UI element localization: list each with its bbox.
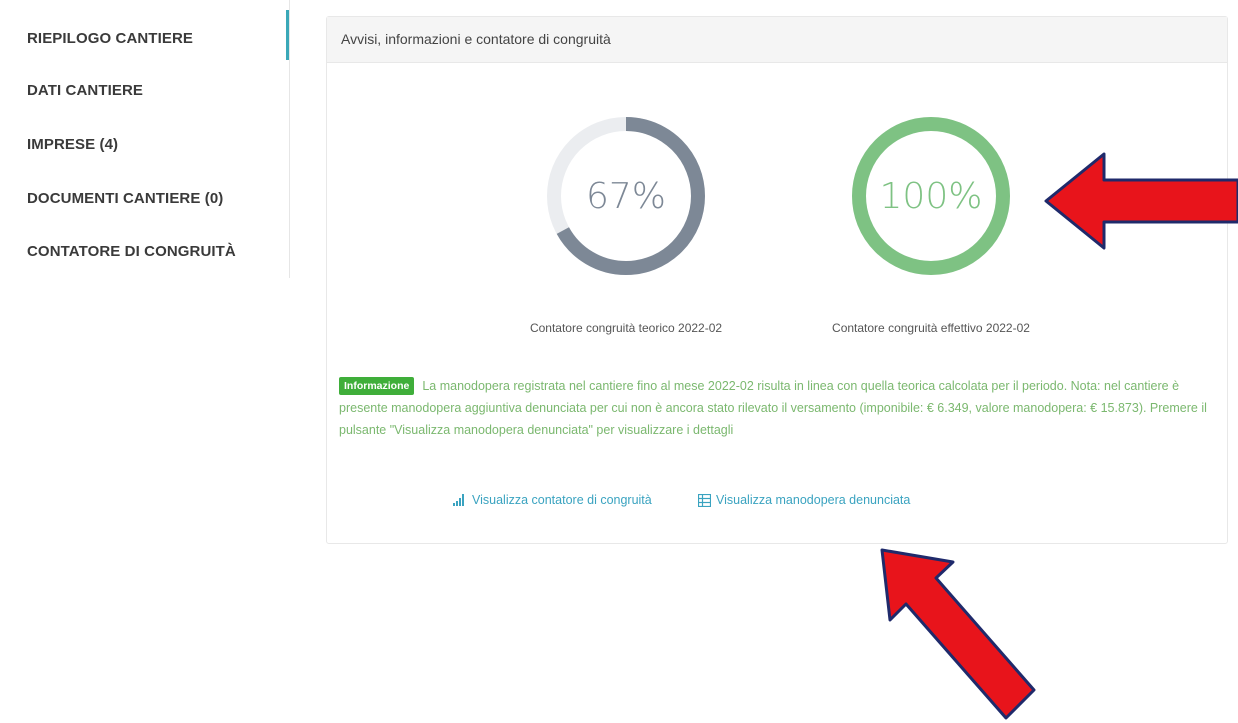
sidebar-item-riepilogo-cantiere[interactable]: RIEPILOGO CANTIERE: [27, 30, 193, 47]
visualizza-manodopera-link[interactable]: Visualizza manodopera denunciata: [698, 493, 910, 507]
visualizza-contatore-link[interactable]: Visualizza contatore di congruità: [453, 493, 652, 507]
table-icon: [698, 493, 711, 507]
gauge-teorico-value: 67%: [585, 175, 666, 217]
active-indicator: [286, 10, 289, 60]
info-badge: Informazione: [339, 377, 415, 395]
visualizza-manodopera-label: Visualizza manodopera denunciata: [716, 493, 911, 507]
red-arrow-left: [1044, 152, 1238, 250]
panel-title: Avvisi, informazioni e contatore di cong…: [327, 17, 1227, 63]
gauge-teorico: 67%: [543, 113, 709, 279]
bar-chart-icon: [453, 494, 467, 506]
sidebar-item-dati-cantiere[interactable]: DATI CANTIERE: [27, 82, 143, 99]
sidebar-nav: RIEPILOGO CANTIERE DATI CANTIERE IMPRESE…: [0, 0, 290, 278]
info-message: Informazione La manodopera registrata nel…: [339, 375, 1223, 441]
summary-panel: Avvisi, informazioni e contatore di cong…: [326, 16, 1228, 544]
gauge-effettivo-caption: Contatore congruità effettivo 2022-02: [832, 321, 1030, 335]
gauge-teorico-caption: Contatore congruità teorico 2022-02: [529, 321, 723, 335]
gauge-effettivo: 100%: [848, 113, 1014, 279]
sidebar-item-documenti-cantiere[interactable]: DOCUMENTI CANTIERE (0): [27, 190, 223, 207]
info-text: La manodopera registrata nel cantiere fi…: [339, 379, 1207, 437]
sidebar-item-imprese[interactable]: IMPRESE (4): [27, 136, 118, 153]
visualizza-contatore-label: Visualizza contatore di congruità: [472, 493, 652, 507]
red-arrow-up-left: [880, 548, 1036, 720]
sidebar-item-contatore-congruita[interactable]: CONTATORE DI CONGRUITÀ: [27, 243, 236, 260]
gauge-effettivo-value: 100%: [879, 175, 983, 217]
